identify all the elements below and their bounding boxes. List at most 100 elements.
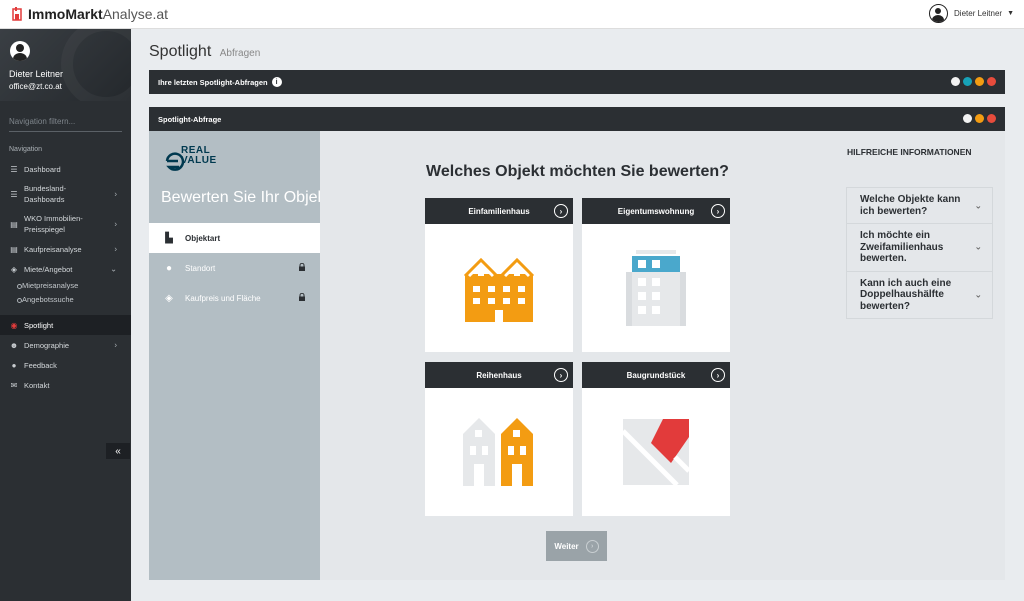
sidebar-item-label: Dashboard bbox=[24, 164, 61, 174]
object-card-label: Eigentumswohnung bbox=[617, 206, 695, 216]
comment-icon: ● bbox=[11, 360, 17, 370]
avatar bbox=[929, 4, 949, 23]
logo-line-2: VALUE bbox=[181, 155, 217, 166]
users-icon: ☻ bbox=[9, 340, 19, 350]
mail-icon: ✉ bbox=[10, 380, 18, 390]
user-menu[interactable]: Dieter Leitner ▼ bbox=[929, 4, 1014, 23]
chevron-down-icon: ⌄ bbox=[974, 241, 982, 252]
info-icon[interactable]: i bbox=[271, 77, 282, 87]
terraced-house-icon bbox=[463, 418, 533, 486]
object-card-header: Baugrundstück › bbox=[582, 362, 730, 388]
plot-icon bbox=[621, 419, 691, 487]
lock-icon bbox=[299, 263, 305, 271]
sidebar-subitem-mietpreisanalyse[interactable]: Mietpreisanalyse bbox=[0, 279, 131, 293]
collapse-icon[interactable] bbox=[975, 114, 984, 123]
user-menu-name: Dieter Leitner bbox=[954, 9, 1003, 18]
house-illustration bbox=[425, 224, 573, 352]
refresh-icon[interactable] bbox=[963, 77, 972, 86]
sidebar-subitem-angebotssuche[interactable]: Angebotssuche bbox=[0, 293, 131, 307]
arrow-right-icon: › bbox=[554, 368, 568, 382]
fullscreen-icon[interactable] bbox=[951, 77, 960, 86]
page-title-text: Spotlight bbox=[149, 43, 212, 60]
apartment-illustration bbox=[582, 224, 730, 352]
sidebar-item-demographie[interactable]: ☻ Demographie › bbox=[0, 335, 131, 355]
panel-controls bbox=[951, 77, 996, 86]
faq-item[interactable]: Ich möchte ein Zweifamilienhaus bewerten… bbox=[847, 224, 992, 272]
plot-illustration bbox=[582, 388, 730, 516]
house-icon bbox=[463, 257, 535, 322]
next-button-label: Weiter bbox=[554, 541, 579, 551]
faq-list: Welche Objekte kann ich bewerten? ⌄ Ich … bbox=[846, 187, 993, 319]
arrow-right-icon: › bbox=[554, 204, 568, 218]
chevron-right-icon: › bbox=[114, 219, 117, 229]
spotlight-query-panel-body: REAL VALUE Bewerten Sie Ihr Objekt ▙ Obj… bbox=[149, 131, 1005, 580]
sidebar-item-kontakt[interactable]: ✉ Kontakt bbox=[0, 375, 131, 395]
page-subtitle: Abfragen bbox=[219, 48, 261, 59]
spotlight-query-panel-header: Spotlight-Abfrage bbox=[149, 107, 1005, 131]
sidebar-item-dashboard[interactable]: ☰ Dashboard bbox=[0, 159, 131, 179]
chevron-down-icon: ⌄ bbox=[110, 264, 117, 274]
sidebar-item-spotlight[interactable]: ◉ Spotlight bbox=[0, 315, 131, 335]
faq-item[interactable]: Kann ich auch eine Doppelhaushälfte bewe… bbox=[847, 272, 992, 319]
chevron-down-icon: ⌄ bbox=[974, 289, 982, 299]
profile-background-decoration bbox=[61, 29, 131, 101]
help-title: HILFREICHE INFORMATIONEN bbox=[847, 147, 972, 157]
map-pin-icon: ● bbox=[165, 262, 173, 274]
sidebar-item-wko-preisspiegel[interactable]: ▤ WKO Immobilien-Preisspiegel › bbox=[0, 209, 131, 239]
top-bar: ImmoMarkt Analyse.at Dieter Leitner ▼ bbox=[0, 0, 1024, 29]
sidebar-item-kaufpreisanalyse[interactable]: ▤ Kaufpreisanalyse › bbox=[0, 239, 131, 259]
recent-queries-panel-header[interactable]: Ihre letzten Spotlight-Abfragen i bbox=[149, 70, 1005, 94]
step-objektart[interactable]: ▙ Objektart bbox=[149, 223, 320, 253]
steps-title: Bewerten Sie Ihr Objekt bbox=[161, 189, 320, 206]
object-card-label: Baugrundstück bbox=[626, 370, 686, 380]
object-card-header: Einfamilienhaus › bbox=[425, 198, 573, 224]
caret-down-icon: ▼ bbox=[1007, 10, 1014, 17]
layers-icon: ◈ bbox=[165, 292, 173, 304]
sidebar-collapse-button[interactable]: « bbox=[106, 443, 130, 459]
chevron-down-icon: ⌄ bbox=[974, 199, 982, 210]
object-card-reihenhaus[interactable]: Reihenhaus › bbox=[425, 362, 573, 516]
apartment-icon bbox=[626, 250, 686, 326]
close-icon[interactable] bbox=[987, 77, 996, 86]
chart-icon: ▤ bbox=[10, 244, 18, 254]
step-kaufpreis-flaeche[interactable]: ◈ Kaufpreis und Fläche bbox=[149, 283, 320, 313]
sidebar-item-label: Spotlight bbox=[24, 320, 54, 330]
sidebar-item-label: Kontakt bbox=[24, 380, 50, 390]
step-standort[interactable]: ● Standort bbox=[149, 253, 320, 283]
chart-icon: ▤ bbox=[10, 219, 18, 229]
fullscreen-icon[interactable] bbox=[963, 114, 972, 123]
navigation-filter-input[interactable]: Navigation filtern... bbox=[9, 117, 122, 132]
real-value-logo-text: REAL VALUE bbox=[181, 146, 217, 166]
sidebar-item-feedback[interactable]: ● Feedback bbox=[0, 355, 131, 375]
wizard-steps: REAL VALUE Bewerten Sie Ihr Objekt ▙ Obj… bbox=[149, 131, 320, 580]
sidebar-item-bundesland-dashboards[interactable]: ☰ Bundesland-Dashboards › bbox=[0, 179, 131, 209]
next-button[interactable]: Weiter › bbox=[546, 531, 607, 561]
dashboard-icon: ☰ bbox=[10, 164, 18, 174]
sidebar-item-label: Miete/Angebot bbox=[24, 264, 73, 274]
sidebar-profile: Dieter Leitner office@zt.co.at bbox=[0, 29, 131, 101]
main-content: Spotlight Abfragen Ihre letzten Spotligh… bbox=[131, 29, 1024, 601]
spotlight-query-title: Spotlight-Abfrage bbox=[158, 114, 222, 124]
faq-question: Kann ich auch eine Doppelhaushälfte bewe… bbox=[860, 277, 952, 312]
sidebar-item-miete-angebot[interactable]: ◈ Miete/Angebot ⌄ bbox=[0, 259, 131, 279]
faq-item[interactable]: Welche Objekte kann ich bewerten? ⌄ bbox=[847, 188, 992, 224]
help-panel: HILFREICHE INFORMATIONEN Welche Objekte … bbox=[835, 131, 1005, 580]
object-card-label: Reihenhaus bbox=[476, 370, 522, 380]
arrow-right-icon: › bbox=[711, 368, 725, 382]
app-logo[interactable]: ImmoMarkt Analyse.at bbox=[10, 6, 168, 22]
terraced-house-illustration bbox=[425, 388, 573, 516]
object-card-einfamilienhaus[interactable]: Einfamilienhaus › bbox=[425, 198, 573, 352]
sidebar: Dieter Leitner office@zt.co.at Navigatio… bbox=[0, 29, 131, 601]
sidebar-item-label: WKO Immobilien-Preisspiegel bbox=[24, 214, 83, 234]
close-icon[interactable] bbox=[987, 114, 996, 123]
object-card-baugrundstueck[interactable]: Baugrundstück › bbox=[582, 362, 730, 516]
chevron-right-icon: › bbox=[114, 244, 117, 254]
logo-icon bbox=[12, 7, 22, 21]
building-icon: ▙ bbox=[165, 232, 173, 244]
sidebar-item-label: Feedback bbox=[24, 360, 57, 370]
object-card-eigentumswohnung[interactable]: Eigentumswohnung › bbox=[582, 198, 730, 352]
sidebar-item-label: Demographie bbox=[24, 340, 70, 350]
sidebar-item-label: Bundesland-Dashboards bbox=[24, 184, 67, 204]
step-label: Objektart bbox=[185, 233, 221, 243]
collapse-icon[interactable] bbox=[975, 77, 984, 86]
